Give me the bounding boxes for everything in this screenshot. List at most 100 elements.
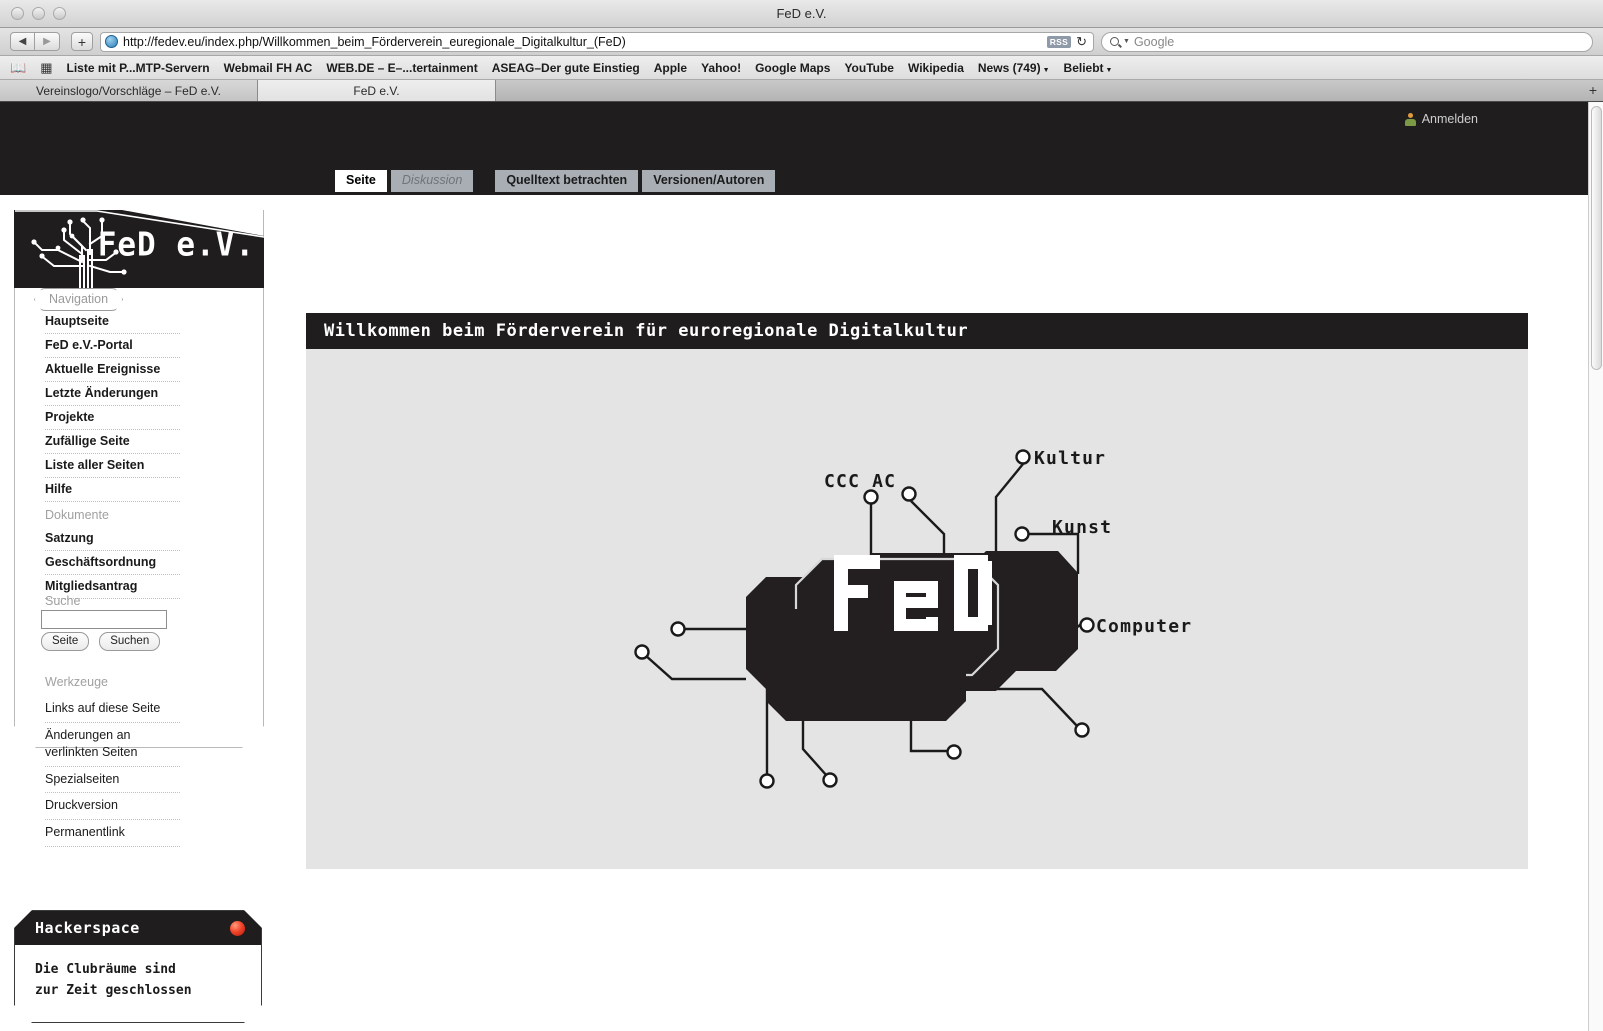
window-title: FeD e.V.: [776, 6, 827, 21]
sidebar-heading-werkzeuge: Werkzeuge: [45, 675, 108, 689]
sidebar-item-links-auf-diese-seite[interactable]: Links auf diese Seite: [45, 696, 180, 723]
page-viewport: Anmelden Seite Diskussion Quelltext betr…: [0, 102, 1603, 1031]
node-computer: [1079, 617, 1095, 633]
chevron-down-icon[interactable]: ▼: [1123, 38, 1130, 45]
chevron-down-icon: ▼: [1105, 66, 1113, 74]
rss-icon[interactable]: RSS: [1046, 35, 1072, 48]
bookmark-item-3[interactable]: ASEAG–Der gute Einstieg: [492, 61, 640, 75]
search-field[interactable]: ▼ Google: [1101, 31, 1593, 52]
bookmark-item-1[interactable]: Webmail FH AC: [224, 61, 313, 75]
sidebar-item-hilfe[interactable]: Hilfe: [45, 478, 180, 502]
hackerspace-line-2: zur Zeit geschlossen: [35, 983, 192, 999]
new-tab-button[interactable]: +: [1589, 83, 1597, 97]
bookmarks-bar: 📖 ▦ Liste mit P...MTP-Servern Webmail FH…: [0, 56, 1603, 80]
reload-icon[interactable]: ↻: [1076, 34, 1089, 50]
grid-icon[interactable]: ▦: [40, 60, 52, 76]
bookmark-item-10[interactable]: Beliebt ▼: [1064, 61, 1113, 75]
sidebar-item-hauptseite[interactable]: Hauptseite: [45, 310, 180, 334]
sidebar-tools-list: Werkzeuge Links auf diese Seite Änderung…: [45, 670, 245, 848]
bookmark-item-7[interactable]: YouTube: [844, 61, 894, 75]
node-ccc-ac: [863, 489, 879, 505]
tab-diskussion: Diskussion: [390, 170, 474, 192]
login-label: Anmelden: [1421, 112, 1478, 126]
sidebar-item-druckversion[interactable]: Druckversion: [45, 793, 180, 821]
bookmark-item-0[interactable]: Liste mit P...MTP-Servern: [66, 61, 209, 75]
logo-text: FeD e.V.: [97, 226, 255, 264]
sidebar-item-spezialseiten[interactable]: Spezialseiten: [45, 767, 180, 794]
browser-tab-0[interactable]: Vereinslogo/Vorschläge – FeD e.V.: [0, 80, 258, 101]
bookmark-item-2[interactable]: WEB.DE – E–...tertainment: [326, 61, 477, 75]
node-left-b: [634, 644, 650, 660]
sidebar-nav-list: Hauptseite FeD e.V.-Portal Aktuelle Erei…: [45, 310, 245, 599]
book-icon[interactable]: 📖: [10, 60, 26, 76]
hackerspace-status-text: Die Clubräume sind zur Zeit geschlossen: [15, 945, 261, 1002]
tab-strip-filler: [496, 80, 1603, 101]
hackerspace-line-1: Die Clubräume sind: [35, 962, 176, 977]
browser-window: FeD e.V. ◀ ▶ + http://fedev.eu/index.php…: [0, 0, 1603, 1031]
diagram-label-kunst: Kunst: [1052, 517, 1112, 538]
bookmark-item-9[interactable]: News (749) ▼: [978, 61, 1050, 75]
diagram-label-kultur: Kultur: [1034, 448, 1106, 469]
chevron-down-icon: ▼: [1042, 66, 1050, 74]
sidebar-item-permanentlink[interactable]: Permanentlink: [45, 820, 180, 848]
address-bar[interactable]: http://fedev.eu/index.php/Willkommen_bei…: [100, 31, 1094, 52]
sidebar-item-aktuelle-ereignisse[interactable]: Aktuelle Ereignisse: [45, 358, 180, 382]
search-submit-button[interactable]: Suchen: [99, 632, 161, 651]
bookmark-item-4[interactable]: Apple: [654, 61, 687, 75]
search-go-button[interactable]: Seite: [41, 632, 90, 651]
sidebar-item-letzte-aenderungen[interactable]: Letzte Änderungen: [45, 382, 180, 406]
bookmark-item-5[interactable]: Yahoo!: [701, 61, 741, 75]
hackerspace-title: Hackerspace: [35, 919, 140, 937]
node-top-right: [901, 486, 917, 502]
node-bottom-middle: [946, 744, 962, 760]
search-heading: Suche: [45, 594, 81, 608]
sidebar-item-liste-aller-seiten[interactable]: Liste aller Seiten: [45, 454, 180, 478]
login-link[interactable]: Anmelden: [1404, 112, 1478, 126]
vertical-scrollbar[interactable]: [1588, 102, 1603, 1031]
sidebar-item-aenderungen-verlinkte-seiten[interactable]: Änderungen an verlinkten Seiten: [45, 723, 180, 767]
sidebar-item-portal[interactable]: FeD e.V.-Portal: [45, 334, 180, 358]
bookmark-item-8[interactable]: Wikipedia: [908, 61, 964, 75]
page-header-band: [0, 102, 1588, 195]
scrollbar-thumb[interactable]: [1591, 106, 1602, 370]
browser-tab-strip: Vereinslogo/Vorschläge – FeD e.V. FeD e.…: [0, 80, 1603, 102]
navigation-buttons: ◀ ▶: [10, 32, 60, 51]
node-bottom-right: [1074, 722, 1090, 738]
hackerspace-box: Hackerspace Die Clubräume sind zur Zeit …: [14, 910, 262, 1023]
browser-tab-1[interactable]: FeD e.V.: [258, 80, 496, 101]
node-bottom-left-b: [822, 772, 838, 788]
tab-quelltext-betrachten[interactable]: Quelltext betrachten: [495, 170, 639, 192]
site-logo[interactable]: FeD e.V.: [14, 210, 264, 288]
tab-seite[interactable]: Seite: [335, 170, 387, 192]
wiki-page: Anmelden Seite Diskussion Quelltext betr…: [0, 102, 1588, 1031]
hackerspace-header: Hackerspace: [15, 911, 261, 945]
sidebar-portlet-heading: Navigation: [34, 288, 123, 311]
tab-versionen-autoren[interactable]: Versionen/Autoren: [642, 170, 776, 192]
site-globe-icon: [105, 35, 118, 48]
node-kultur: [1015, 449, 1031, 465]
sidebar-search-input[interactable]: [41, 610, 167, 629]
page-title: Willkommen beim Förderverein für euroreg…: [324, 321, 969, 341]
add-bookmark-button[interactable]: +: [71, 32, 93, 51]
forward-arrow-icon[interactable]: ▶: [35, 32, 60, 51]
node-bottom-left-a: [759, 773, 775, 789]
browser-toolbar: ◀ ▶ + http://fedev.eu/index.php/Willkomm…: [0, 28, 1603, 56]
bookmark-item-6[interactable]: Google Maps: [755, 61, 830, 75]
sidebar-item-geschaeftsordnung[interactable]: Geschäftsordnung: [45, 551, 180, 575]
content-body: CCC AC Kultur Kunst Computer: [306, 349, 1528, 869]
sidebar-heading-dokumente: Dokumente: [45, 508, 109, 522]
node-kunst: [1014, 526, 1030, 542]
back-arrow-icon[interactable]: ◀: [10, 32, 35, 51]
fed-circuit-diagram: CCC AC Kultur Kunst Computer: [634, 448, 1192, 789]
diagram-label-computer: Computer: [1096, 616, 1192, 637]
content-header: Willkommen beim Förderverein für euroreg…: [306, 313, 1528, 349]
sidebar-item-zufaellige-seite[interactable]: Zufällige Seite: [45, 430, 180, 454]
wiki-tab-row: Seite Diskussion Quelltext betrachten Ve…: [335, 170, 776, 192]
user-icon: [1404, 112, 1416, 126]
sidebar-item-projekte[interactable]: Projekte: [45, 406, 180, 430]
content-panel: Willkommen beim Förderverein für euroreg…: [306, 313, 1528, 869]
sidebar-item-satzung[interactable]: Satzung: [45, 527, 180, 551]
search-icon: [1110, 37, 1119, 46]
address-bar-value: http://fedev.eu/index.php/Willkommen_bei…: [123, 34, 626, 49]
node-left-a: [670, 621, 686, 637]
